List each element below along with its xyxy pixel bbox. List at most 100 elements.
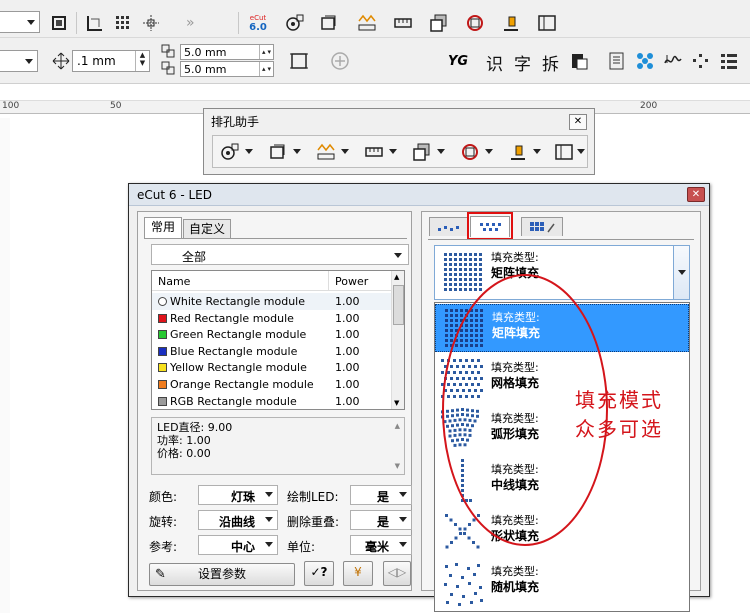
list-item[interactable]: 填充类型: 随机填充	[435, 559, 689, 611]
duplicate-x-field[interactable]: 5.0 mm ▴ ▾	[180, 44, 274, 60]
table-header: Name Power	[152, 271, 391, 291]
menu-bar	[0, 0, 750, 8]
arrows-icon: ◁▷	[387, 565, 407, 579]
cost-button[interactable]: ¥	[343, 561, 373, 586]
toolbar-dropdown[interactable]	[0, 11, 40, 33]
chevron-down-icon[interactable]	[341, 149, 349, 154]
color-swatch	[158, 330, 167, 340]
align-icon[interactable]	[507, 141, 529, 163]
chevron-down-icon[interactable]	[293, 149, 301, 154]
align-icon[interactable]	[500, 12, 522, 34]
char-button[interactable]: 字	[514, 50, 531, 75]
draw-led-select[interactable]: 是	[350, 485, 412, 505]
rotate-select[interactable]: 沿曲线	[198, 510, 278, 530]
nudge-distance-field[interactable]: .1 mm ▲ ▼	[72, 50, 150, 72]
target-icon[interactable]	[464, 12, 486, 34]
fill-type-dropdown-button[interactable]	[673, 246, 689, 299]
chevron-down-icon[interactable]	[485, 149, 493, 154]
highlight-box	[467, 212, 513, 240]
recognize-char-button[interactable]: 识	[486, 50, 503, 75]
tab-grid-fill[interactable]	[521, 217, 563, 236]
panel-icon[interactable]	[536, 12, 558, 34]
chevron-down-icon	[678, 270, 686, 275]
table-row[interactable]: White Rectangle module 1.00	[152, 293, 391, 310]
row-name: Red Rectangle module	[170, 311, 294, 325]
box-icon[interactable]	[318, 12, 340, 34]
help-button[interactable]: ✓?	[304, 561, 334, 586]
split-char-button[interactable]: 拆	[542, 50, 559, 75]
dialog-titlebar: eCut 6 - LED ✕	[129, 184, 709, 206]
reference-select[interactable]: 中心	[198, 535, 278, 555]
row-name: Blue Rectangle module	[170, 344, 298, 358]
toolbar-row-2: .1 mm ▲ ▼ 5.0 mm ▴ ▾ 5.0 mm ▴ ▾ YG 识 字 拆	[0, 38, 750, 84]
dup-x-icon	[160, 43, 178, 61]
chevron-down-icon[interactable]	[577, 149, 585, 154]
punch-tool-strip	[212, 135, 588, 168]
row-name: Orange Rectangle module	[170, 378, 314, 391]
add-circle-icon[interactable]	[329, 50, 351, 72]
full-screen-icon[interactable]	[48, 12, 70, 34]
set-params-button[interactable]: ✎ 设置参数	[149, 563, 295, 586]
overflow-chevron-icon[interactable]: »	[186, 15, 195, 31]
color-swatch	[158, 380, 167, 389]
rulers-icon[interactable]	[84, 12, 106, 34]
pattern-icon[interactable]	[634, 50, 656, 72]
draw-led-label: 绘制LED:	[287, 490, 339, 504]
layer-icon[interactable]	[411, 141, 433, 163]
panel-icon[interactable]	[553, 141, 575, 163]
table-row[interactable]: Yellow Rectangle module 1.00	[152, 359, 391, 376]
wave-icon[interactable]	[662, 50, 684, 72]
close-icon[interactable]: ✕	[687, 187, 705, 202]
row-power: 1.00	[335, 311, 360, 325]
chevron-down-icon[interactable]	[437, 149, 445, 154]
unit-select[interactable]: 毫米	[350, 535, 412, 555]
frame-icon[interactable]	[288, 50, 310, 72]
table-scrollbar[interactable]: ▲ ▼	[391, 271, 404, 409]
table-row[interactable]: Blue Rectangle module 1.00	[152, 343, 391, 360]
column-power: Power	[335, 275, 369, 288]
grid-list-icon[interactable]	[718, 50, 740, 72]
measure-icon[interactable]	[356, 12, 378, 34]
layer-icon[interactable]	[428, 12, 450, 34]
grid-icon[interactable]	[112, 12, 134, 34]
color-swatch	[158, 346, 167, 356]
category-select[interactable]: 全部	[151, 244, 409, 265]
duplicate-y-field[interactable]: 5.0 mm ▴ ▾	[180, 61, 274, 77]
ruler-tool-icon[interactable]	[392, 12, 414, 34]
color-swatch	[158, 313, 167, 323]
dialog-title: eCut 6 - LED	[137, 188, 212, 202]
target-icon[interactable]	[459, 141, 481, 163]
box-icon[interactable]	[267, 141, 289, 163]
tab-dot-fill[interactable]	[429, 217, 469, 236]
tab-common[interactable]: 常用	[144, 217, 182, 238]
ruler-tool-icon[interactable]	[363, 141, 385, 163]
help-icon: ✓?	[310, 565, 328, 579]
toggle-panel-button[interactable]: ◁▷	[383, 561, 411, 586]
led-price: 价格: 0.00	[157, 447, 211, 460]
table-row[interactable]: Orange Rectangle module 1.00	[152, 376, 391, 393]
list-icon[interactable]	[606, 50, 628, 72]
row-name: Green Rectangle module	[170, 328, 307, 342]
ecut-logo-icon[interactable]: eCut 6.0	[246, 11, 270, 35]
unit-label: 单位:	[287, 540, 316, 554]
led-diameter: LED直径: 9.00	[157, 421, 233, 434]
tab-custom[interactable]: 自定义	[183, 219, 231, 238]
dots-icon[interactable]	[690, 50, 712, 72]
table-row[interactable]: Green Rectangle module 1.00	[152, 326, 391, 343]
chevron-down-icon[interactable]	[389, 149, 397, 154]
color-select[interactable]: 灯珠	[198, 485, 278, 505]
punch-icon[interactable]	[284, 12, 306, 34]
table-row[interactable]: Red Rectangle module 1.00	[152, 310, 391, 327]
chevron-down-icon[interactable]	[245, 149, 253, 154]
measure-icon[interactable]	[315, 141, 337, 163]
clipboard-icon[interactable]	[568, 50, 590, 72]
remove-overlap-select[interactable]: 是	[350, 510, 412, 530]
table-row[interactable]: RGB Rectangle module 1.00	[152, 393, 391, 410]
close-icon[interactable]: ✕	[569, 114, 587, 130]
yg-icon[interactable]: YG	[446, 50, 470, 72]
chevron-down-icon[interactable]	[533, 149, 541, 154]
rotate-label: 旋转:	[149, 515, 178, 529]
punch-icon[interactable]	[219, 141, 241, 163]
guidelines-icon[interactable]	[140, 12, 162, 34]
unit-dropdown[interactable]	[0, 50, 38, 72]
